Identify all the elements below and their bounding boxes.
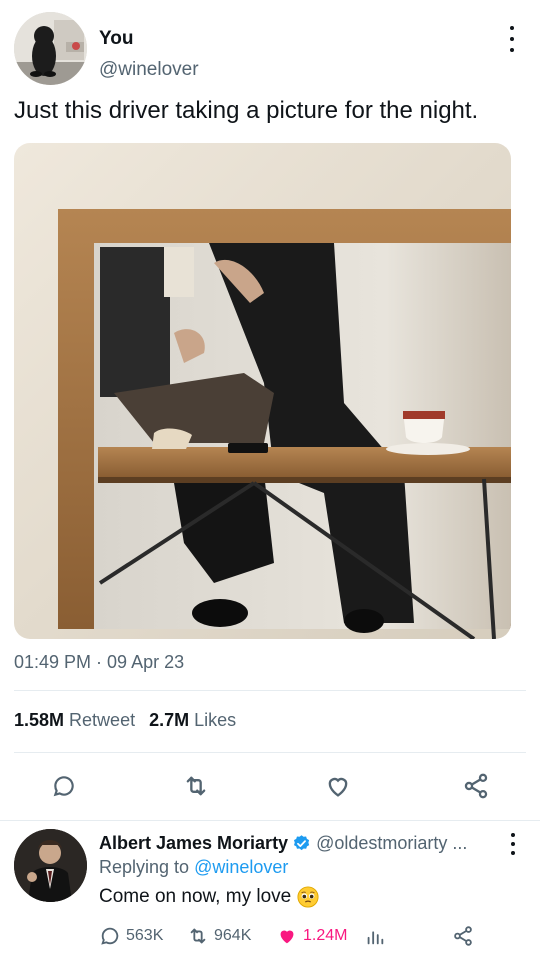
- like-count: 1.24M: [303, 927, 348, 944]
- analytics-icon[interactable]: [364, 921, 391, 951]
- verified-badge-icon: [294, 835, 310, 851]
- user-handle[interactable]: @winelover: [99, 59, 199, 81]
- heart-icon[interactable]: [318, 766, 358, 806]
- reply-like-button[interactable]: 1.24M: [276, 921, 347, 951]
- more-options-icon[interactable]: [504, 26, 520, 52]
- tweet-header: You @winelover: [14, 12, 526, 86]
- reply-retweet-button[interactable]: 964K: [187, 921, 251, 951]
- likes-stat[interactable]: 2.7M Likes: [149, 710, 236, 730]
- reply-icon[interactable]: [44, 766, 84, 806]
- reply-avatar[interactable]: [14, 829, 87, 902]
- reply-handle[interactable]: @oldestmoriarty ...: [316, 833, 467, 854]
- retweet-icon: [190, 928, 206, 944]
- pleading-face-emoji-icon: [297, 886, 319, 908]
- retweet-stat[interactable]: 1.58M Retweet: [14, 710, 135, 730]
- reply-icon: [101, 927, 119, 945]
- display-name[interactable]: You: [99, 28, 133, 50]
- reply-count: 563K: [126, 927, 164, 944]
- reply-display-name[interactable]: Albert James Moriarty: [99, 833, 288, 854]
- heart-icon: [280, 930, 294, 944]
- reply-name-row: Albert James Moriarty @oldestmoriarty ..…: [99, 833, 467, 854]
- replying-to-link[interactable]: @winelover: [194, 857, 288, 877]
- tweet-action-bar: [0, 766, 540, 806]
- share-icon[interactable]: [456, 766, 496, 806]
- tweet-text: Just this driver taking a picture for th…: [14, 97, 479, 124]
- more-options-icon[interactable]: [506, 833, 520, 855]
- reply-text: Come on now, my love: [99, 886, 319, 908]
- replying-to: Replying to @winelover: [99, 857, 289, 877]
- divider: [14, 690, 526, 691]
- user-avatar[interactable]: [14, 12, 87, 85]
- share-icon[interactable]: [452, 921, 479, 951]
- tweet-stats: 1.58M Retweet 2.7M Likes: [14, 710, 236, 731]
- retweet-icon[interactable]: [176, 766, 216, 806]
- reply-action-bar: 563K 964K 1.24M: [0, 921, 540, 951]
- tweet-media-image[interactable]: [14, 143, 511, 639]
- reply-tweet[interactable]: Albert James Moriarty @oldestmoriarty ..…: [0, 822, 540, 960]
- divider: [14, 752, 526, 753]
- divider: [0, 820, 540, 821]
- retweet-count: 964K: [214, 927, 252, 944]
- reply-reply-button[interactable]: 563K: [99, 921, 163, 951]
- tweet-timestamp[interactable]: 01:49 PM · 09 Apr 23: [14, 652, 184, 673]
